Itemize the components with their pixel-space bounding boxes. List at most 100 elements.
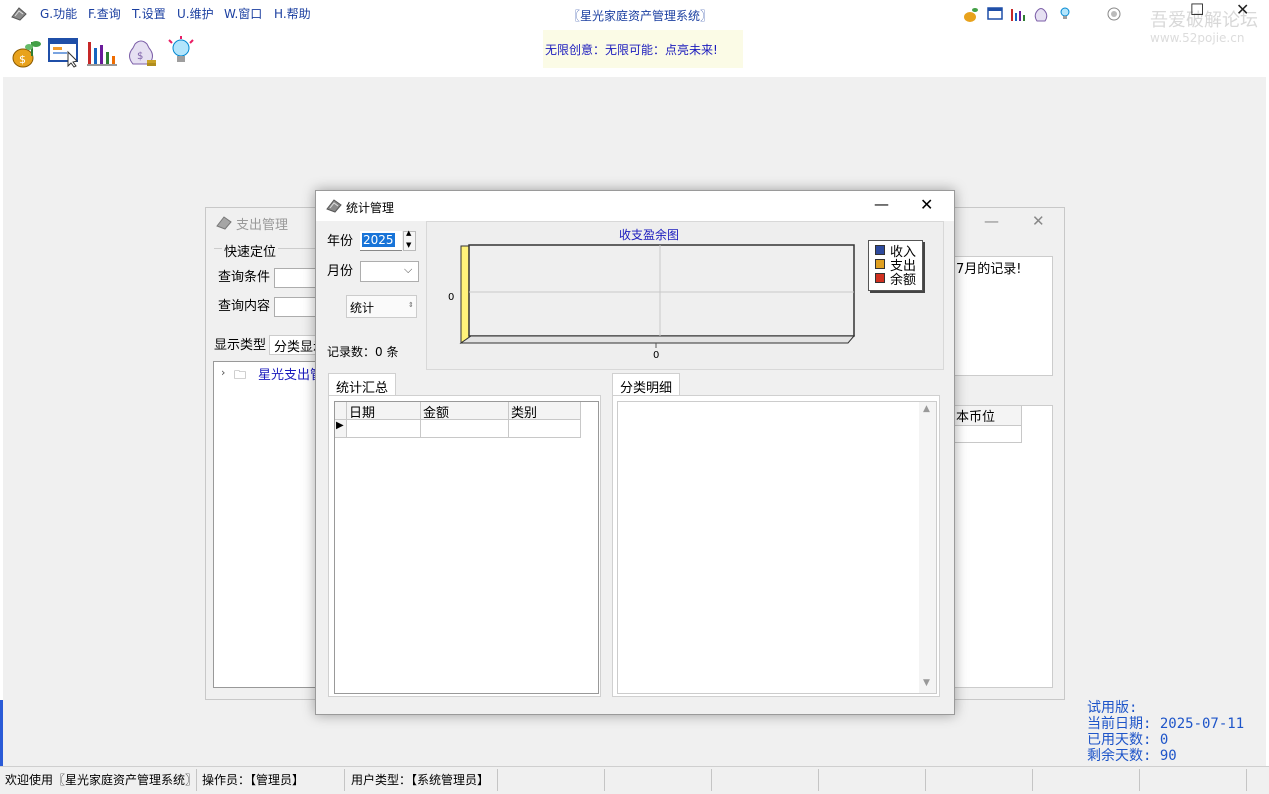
scroll-down-icon[interactable]: ▼ — [923, 678, 930, 688]
table-cell[interactable] — [954, 426, 1022, 443]
tab-summary[interactable]: 统计汇总 — [328, 373, 397, 396]
expense-grid[interactable]: 本币位 — [953, 405, 1053, 688]
quick-locate-label: 快速定位 — [222, 241, 279, 260]
column-header-currency[interactable]: 本币位 — [954, 406, 1022, 426]
browser-click-icon[interactable] — [48, 36, 80, 68]
close-icon[interactable]: ✕ — [920, 195, 933, 214]
money-bag-plant-icon[interactable]: $ — [10, 36, 42, 68]
app-icon — [10, 5, 28, 21]
status-separator — [1032, 769, 1033, 791]
spin-down-icon[interactable]: ▼ — [406, 241, 411, 249]
year-spinner-buttons[interactable]: ▲ ▼ — [403, 229, 416, 251]
legend-swatch — [875, 273, 885, 283]
bar-chart-icon[interactable] — [86, 36, 118, 68]
status-separator — [1139, 769, 1140, 791]
column-header-label: 日期 — [349, 406, 376, 421]
menu-settings[interactable]: T.设置 — [132, 5, 166, 22]
query-condition-label: 查询条件 — [218, 270, 271, 285]
display-type-label: 显示类型 — [214, 338, 267, 353]
window-titlebar[interactable]: 统计管理 — ✕ — [316, 191, 954, 221]
column-header-label: 本币位 — [956, 410, 996, 425]
column-header-amount[interactable]: 金额 — [421, 402, 509, 421]
status-separator — [818, 769, 819, 791]
spin-up-icon[interactable]: ▲ — [406, 229, 411, 237]
slogan-text: 无限创意：无限可能：点亮未来! — [545, 42, 718, 57]
status-separator — [925, 769, 926, 791]
scroll-up-icon[interactable]: ▲ — [923, 404, 930, 414]
display-type-select[interactable]: 分类显示 — [269, 335, 317, 355]
statistics-window[interactable]: 统计管理 — ✕ 年份 2025 ▲ ▼ 月份 ⌵ 统计 ⇕ 记录数：0 条 收… — [315, 190, 955, 715]
remaining-days: 剩余天数: 90 — [1087, 748, 1177, 764]
status-separator — [497, 769, 498, 791]
chevron-down-icon[interactable]: ⌵ — [404, 263, 412, 277]
year-label: 年份 — [327, 234, 354, 249]
chart-svg — [459, 244, 856, 348]
menu-query[interactable]: F.查询 — [88, 5, 121, 22]
legend-swatch — [875, 259, 885, 269]
year-spinner[interactable]: 2025 — [360, 231, 402, 251]
query-content-label: 查询内容 — [218, 299, 271, 314]
display-type-value: 分类显示 — [274, 340, 316, 355]
tab-detail[interactable]: 分类明细 — [612, 373, 681, 396]
close-icon[interactable]: ✕ — [1236, 0, 1249, 19]
vertical-scrollbar[interactable]: ▲ ▼ — [919, 402, 936, 693]
browser-click-icon[interactable] — [987, 6, 1003, 22]
menu-maintenance[interactable]: U.维护 — [177, 5, 214, 22]
top-bar: G.功能 F.查询 T.设置 U.维护 W.窗口 H.帮助 〖星光家庭资产管理系… — [0, 0, 1269, 77]
tab-detail-label: 分类明细 — [620, 381, 673, 396]
record-hint: 7月的记录! — [956, 262, 1022, 277]
detail-panel: ▲ ▼ — [612, 395, 940, 697]
detail-list[interactable]: ▲ ▼ — [617, 401, 937, 694]
chevron-right-icon[interactable]: › — [221, 366, 225, 379]
legend-swatch — [875, 245, 885, 255]
month-label: 月份 — [327, 264, 354, 279]
money-bag-plant-icon[interactable] — [963, 6, 979, 22]
status-welcome: 欢迎使用〖星光家庭资产管理系统〗 — [5, 773, 198, 787]
query-condition-field[interactable] — [274, 268, 319, 288]
bar-chart-icon[interactable] — [1010, 6, 1026, 22]
chart-plot-area — [468, 244, 855, 337]
window-title: 统计管理 — [346, 201, 395, 215]
expense-tree[interactable]: › 🗀 星光支出管 — [213, 361, 323, 688]
minimize-icon[interactable]: — — [984, 212, 999, 230]
table-cell[interactable] — [347, 420, 421, 438]
stat-button-label: 统计 — [350, 301, 375, 315]
summary-panel: 日期 金额 类别 ▶ — [328, 395, 601, 697]
menu-function[interactable]: G.功能 — [40, 5, 77, 22]
app-title: 〖星光家庭资产管理系统〗 — [568, 9, 713, 23]
slogan-banner: 无限创意：无限可能：点亮未来! — [543, 30, 743, 68]
tab-summary-label: 统计汇总 — [336, 381, 389, 396]
year-value[interactable]: 2025 — [362, 233, 395, 247]
chart-y-tick-label: 0 — [448, 292, 455, 303]
status-separator — [1246, 769, 1247, 791]
lightbulb-icon[interactable] — [1057, 6, 1073, 22]
menu-help[interactable]: H.帮助 — [274, 5, 311, 22]
status-user-type: 用户类型：【系统管理员】 — [351, 773, 490, 787]
stat-button[interactable]: 统计 ⇕ — [346, 295, 417, 318]
table-cell[interactable] — [421, 420, 509, 438]
maximize-icon[interactable]: ☐ — [1190, 0, 1204, 19]
table-cell[interactable] — [509, 420, 581, 438]
money-sack-icon[interactable]: $ — [125, 36, 157, 68]
query-content-field[interactable] — [274, 297, 319, 317]
minimize-icon[interactable]: — — [874, 195, 889, 213]
column-header-label: 金额 — [423, 406, 450, 421]
column-header-category[interactable]: 类别 — [509, 402, 581, 421]
status-operator: 操作员：【管理员】 — [202, 773, 305, 787]
summary-grid[interactable]: 日期 金额 类别 ▶ — [334, 401, 599, 694]
lightbulb-icon[interactable] — [165, 36, 197, 68]
close-icon[interactable]: ✕ — [1032, 212, 1045, 230]
record-icon[interactable] — [1107, 7, 1121, 21]
window-icon — [216, 214, 232, 230]
chart-panel: 收支盈余图 0 0 — [426, 221, 944, 370]
menu-window[interactable]: W.窗口 — [224, 5, 262, 22]
month-select[interactable]: ⌵ — [360, 261, 419, 282]
tree-item-expense[interactable]: 星光支出管 — [258, 364, 323, 383]
spin-small-icon: ⇕ — [408, 301, 414, 309]
record-info-panel: 7月的记录! — [953, 256, 1053, 376]
column-header-date[interactable]: 日期 — [347, 402, 421, 421]
legend-item-balance: 余额 — [875, 271, 916, 288]
column-header-label: 类别 — [511, 406, 538, 421]
money-sack-icon[interactable] — [1033, 6, 1049, 22]
left-edge-accent — [0, 700, 3, 766]
